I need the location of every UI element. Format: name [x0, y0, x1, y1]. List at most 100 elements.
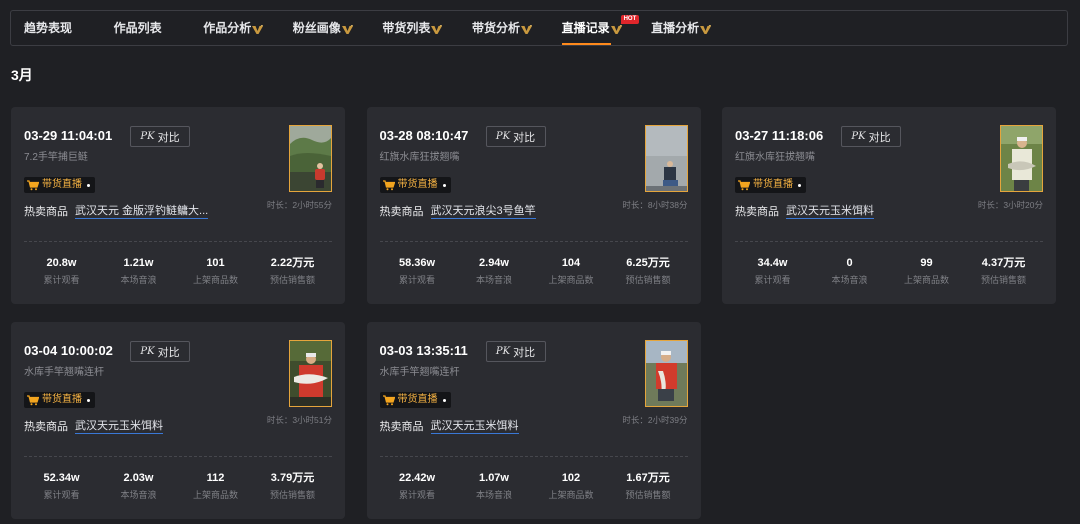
hot-product-label: 热卖商品: [24, 206, 68, 218]
live-stats: 34.4w 累计观看 0 本场音浪 99 上架商品数 4.37万元 预估销售额: [734, 256, 1042, 286]
live-commerce-badge-label: 带货直播: [397, 394, 438, 405]
pk-compare-button[interactable]: PK 对比: [841, 126, 901, 147]
hot-product-link[interactable]: 武汉天元玉米饵料: [430, 420, 519, 434]
hot-product-row: 热卖商品 武汉天元玉米饵料: [735, 205, 874, 219]
stat-value: 1.67万元: [626, 472, 670, 484]
pk-icon: PK: [140, 346, 155, 357]
stat-value: 0: [846, 257, 853, 269]
stat-listed-products: 104 上架商品数: [533, 256, 610, 286]
pk-compare-button[interactable]: PK 对比: [485, 341, 546, 362]
live-commerce-badge: 带货直播: [379, 392, 451, 408]
tab-commerce-list[interactable]: 带货列表: [382, 11, 472, 45]
hot-product-label: 热卖商品: [735, 206, 779, 218]
stat-total-views: 52.34w 累计观看: [23, 471, 100, 501]
live-cover-thumbnail[interactable]: [289, 340, 332, 407]
vip-icon: [610, 25, 622, 34]
live-commerce-badge-label: 带货直播: [42, 394, 82, 405]
stat-label: 累计观看: [398, 275, 435, 285]
pk-compare-label: 对比: [513, 346, 536, 359]
live-cover-thumbnail[interactable]: [289, 125, 332, 192]
live-cover-thumbnail[interactable]: [644, 125, 688, 192]
stat-sound-waves: 1.21w 本场音浪: [100, 256, 177, 286]
pk-compare-label: 对比: [157, 131, 180, 144]
live-stats: 20.8w 累计观看 1.21w 本场音浪 101 上架商品数 2.22万元 预…: [23, 256, 331, 286]
tab-live-analysis[interactable]: 直播分析: [651, 11, 741, 45]
pk-compare-button[interactable]: PK 对比: [485, 126, 546, 147]
stat-value: 3.79万元: [270, 472, 315, 484]
tab-works-analysis[interactable]: 作品分析: [203, 11, 293, 45]
hot-product-link[interactable]: 武汉天元玉米饵料: [75, 420, 163, 434]
hot-product-row: 热卖商品 武汉天元 金版浮钓鲢鳙大...: [24, 205, 209, 219]
tab-label: 趋势表现: [24, 21, 73, 35]
live-record-grid: 03-29 11:04:01 PK 对比 7.2手竿捕巨鲢 带货直播 热卖商品 …: [11, 107, 1056, 519]
stat-label: 预估销售额: [625, 275, 671, 285]
live-record-card: 03-29 11:04:01 PK 对比 7.2手竿捕巨鲢 带货直播 热卖商品 …: [11, 107, 345, 304]
stat-label: 上架商品数: [903, 275, 949, 285]
stat-listed-products: 102 上架商品数: [533, 471, 610, 501]
live-record-card: 03-04 10:00:02 PK 对比 水库手竿翘嘴连杆 带货直播 热卖商品 …: [11, 322, 345, 519]
tab-label: 带货分析: [471, 21, 520, 35]
stat-value: 1.07w: [479, 472, 509, 484]
live-cover-image: [290, 341, 331, 406]
tab-label: 作品分析: [203, 21, 252, 35]
live-commerce-badge-label: 带货直播: [753, 179, 793, 190]
stat-estimated-sales: 6.25万元 预估销售额: [610, 256, 687, 286]
vip-icon: [700, 25, 712, 34]
live-commerce-badge-label: 带货直播: [397, 179, 438, 190]
live-start-time: 03-04 10:00:02: [24, 343, 113, 358]
stat-sound-waves: 1.07w 本场音浪: [456, 471, 533, 501]
hot-product-row: 热卖商品 武汉天元玉米饵料: [380, 420, 519, 434]
live-start-time: 03-27 11:18:06: [735, 128, 824, 143]
stat-value: 34.4w: [757, 257, 788, 269]
hot-product-link[interactable]: 武汉天元浪尖3号鱼竿: [430, 205, 536, 219]
stat-label: 本场音浪: [475, 275, 512, 285]
stat-value: 102: [561, 472, 581, 484]
stat-listed-products: 101 上架商品数: [177, 256, 254, 286]
hot-product-row: 热卖商品 武汉天元玉米饵料: [24, 420, 163, 434]
hot-product-row: 热卖商品 武汉天元浪尖3号鱼竿: [380, 205, 536, 219]
stat-sound-waves: 2.03w 本场音浪: [100, 471, 177, 501]
tab-live-records[interactable]: 直播记录 HOT: [561, 11, 652, 45]
live-cover-thumbnail[interactable]: [644, 340, 688, 407]
stat-label: 本场音浪: [831, 275, 868, 285]
tab-fan-profile[interactable]: 粉丝画像: [293, 11, 383, 45]
card-divider: [735, 241, 1043, 242]
stat-value: 2.22万元: [270, 257, 315, 269]
live-title: 水库手竿翘嘴连杆: [379, 367, 460, 378]
stat-label: 累计观看: [398, 490, 435, 500]
tab-commerce-analysis[interactable]: 带货分析: [472, 11, 562, 45]
tab-works-list[interactable]: 作品列表: [114, 11, 204, 45]
stat-label: 本场音浪: [120, 275, 157, 285]
pk-compare-label: 对比: [868, 131, 891, 144]
stat-estimated-sales: 3.79万元 预估销售额: [254, 471, 331, 501]
tab-trend-performance[interactable]: 趋势表现: [24, 11, 114, 45]
hot-product-label: 热卖商品: [24, 421, 68, 433]
hot-product-link[interactable]: 武汉天元 金版浮钓鲢鳙大...: [75, 205, 209, 219]
tab-label: 直播记录: [561, 21, 610, 35]
live-title: 7.2手竿捕巨鲢: [24, 152, 88, 163]
hot-product-link[interactable]: 武汉天元玉米饵料: [786, 205, 874, 219]
live-duration: 时长：2小时55分: [266, 200, 332, 210]
tab-label: 作品列表: [113, 21, 162, 35]
hot-badge: HOT: [620, 15, 640, 24]
pk-compare-button[interactable]: PK 对比: [130, 126, 190, 147]
live-cover-image: [645, 341, 687, 406]
stat-value: 1.21w: [123, 257, 154, 269]
stat-value: 101: [206, 257, 225, 269]
stat-value: 104: [561, 257, 581, 269]
stat-label: 预估销售额: [625, 490, 671, 500]
pk-icon: PK: [495, 346, 511, 357]
live-cover-thumbnail[interactable]: [1000, 125, 1043, 192]
tab-label: 带货列表: [382, 21, 431, 35]
live-stats: 52.34w 累计观看 2.03w 本场音浪 112 上架商品数 3.79万元 …: [23, 471, 331, 501]
pk-compare-button[interactable]: PK 对比: [130, 341, 190, 362]
live-dot: [442, 398, 446, 402]
vip-icon: [431, 25, 443, 34]
stat-label: 预估销售额: [269, 275, 315, 285]
stat-value: 6.25万元: [626, 257, 670, 269]
live-stats: 22.42w 累计观看 1.07w 本场音浪 102 上架商品数 1.67万元 …: [379, 471, 687, 501]
stat-estimated-sales: 2.22万元 预估销售额: [254, 256, 331, 286]
live-dot: [87, 398, 90, 402]
cart-icon: [738, 179, 750, 190]
live-duration: 时长：3小时20分: [977, 200, 1043, 210]
